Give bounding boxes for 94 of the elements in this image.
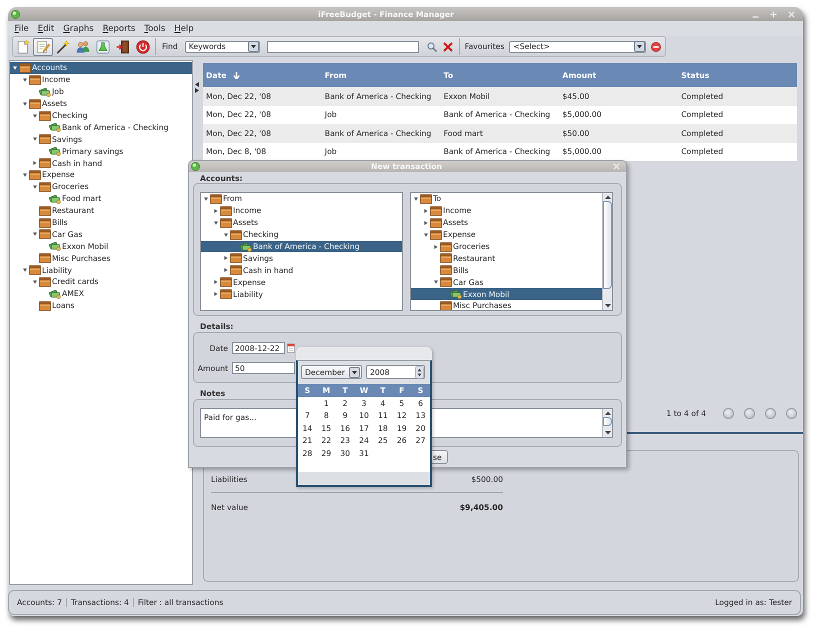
folder-icon	[39, 182, 51, 192]
caret-down-icon[interactable]	[13, 66, 17, 70]
banknote-icon	[240, 242, 252, 252]
folder-icon	[430, 218, 442, 228]
up-down-arrows-icon[interactable]	[415, 366, 424, 378]
caret-right-icon[interactable]	[33, 161, 37, 166]
caret-right-icon[interactable]	[224, 256, 228, 260]
scroll-thumb[interactable]	[603, 201, 612, 289]
document-icon	[16, 40, 30, 54]
close-icon[interactable]	[442, 42, 453, 52]
menu-item[interactable]: Tools	[140, 24, 170, 34]
caret-right-icon[interactable]	[424, 220, 428, 225]
folder-icon	[420, 194, 432, 204]
folder-icon	[220, 289, 232, 300]
caret-right-icon[interactable]	[214, 292, 218, 296]
caret-down-icon[interactable]	[23, 172, 27, 177]
folder-icon	[430, 206, 442, 216]
caret-down-icon[interactable]	[33, 114, 37, 118]
orb-icon[interactable]	[11, 10, 20, 18]
folder-icon	[39, 134, 51, 144]
caret-down-icon[interactable]	[604, 304, 610, 308]
caret-right-icon[interactable]	[424, 208, 428, 213]
power-icon	[136, 40, 150, 54]
calendar-icon[interactable]	[287, 343, 295, 353]
caret-right-icon[interactable]	[214, 208, 218, 213]
page-pencil-icon	[36, 40, 50, 54]
folder-icon	[440, 300, 452, 310]
folder-icon	[39, 300, 51, 311]
caret-down-icon[interactable]	[23, 102, 27, 106]
caret-right-icon[interactable]	[224, 268, 228, 272]
caret-down-icon[interactable]	[33, 280, 37, 284]
caret-down-icon[interactable]	[204, 196, 208, 201]
door-icon	[116, 40, 130, 54]
folder-icon	[230, 265, 242, 276]
caret-down-icon[interactable]	[604, 431, 610, 435]
caret-up-icon[interactable]	[604, 411, 610, 415]
folder-icon	[19, 62, 31, 73]
banknote-icon	[450, 289, 462, 300]
folder-icon	[29, 98, 41, 109]
banknote-icon	[39, 86, 51, 97]
banknote-icon	[49, 288, 61, 299]
wand-icon	[56, 40, 70, 54]
folder-icon	[39, 229, 51, 240]
folder-icon	[440, 277, 452, 288]
caret-down-icon[interactable]	[23, 78, 27, 82]
caret-down-icon[interactable]	[33, 137, 37, 142]
folder-icon	[440, 242, 452, 252]
folder-icon	[230, 230, 242, 240]
folder-icon	[220, 277, 232, 288]
menu-item[interactable]: Reports	[98, 24, 140, 34]
banknote-icon	[49, 146, 61, 156]
caret-right-icon[interactable]	[434, 244, 438, 248]
folder-icon	[210, 194, 222, 204]
folder-icon	[39, 218, 51, 228]
caret-down-icon[interactable]	[414, 196, 418, 201]
banknote-icon	[49, 194, 61, 204]
minus-circle-icon[interactable]	[651, 42, 662, 52]
folder-icon	[220, 218, 232, 228]
folder-icon	[29, 74, 41, 85]
menu-item[interactable]: Help	[170, 24, 198, 34]
folder-icon	[29, 265, 41, 276]
scrollbar[interactable]	[602, 193, 612, 310]
folder-icon	[440, 253, 452, 264]
caret-down-icon[interactable]	[33, 232, 37, 236]
caret-down-icon[interactable]	[434, 280, 438, 284]
caret-up-icon[interactable]	[604, 195, 610, 199]
folder-icon	[39, 276, 51, 287]
folder-icon	[220, 206, 232, 216]
menu-item[interactable]: File	[10, 24, 34, 34]
folder-icon	[29, 170, 41, 180]
folder-icon	[39, 253, 51, 264]
scrollbar[interactable]	[602, 409, 612, 437]
folder-icon	[430, 230, 442, 240]
caret-down-icon[interactable]	[23, 268, 27, 272]
banknote-icon	[49, 122, 61, 132]
caret-down-icon[interactable]	[224, 232, 228, 237]
folder-icon	[39, 206, 51, 216]
orb-icon[interactable]	[191, 162, 200, 171]
caret-right-icon[interactable]	[214, 280, 218, 284]
folder-icon	[440, 265, 452, 276]
people-icon	[76, 40, 90, 54]
menu-item[interactable]: Graphs	[58, 24, 98, 34]
flask-icon	[96, 40, 110, 54]
folder-icon	[230, 253, 242, 264]
search-icon[interactable]	[426, 42, 437, 52]
scroll-thumb[interactable]	[603, 417, 612, 426]
caret-down-icon[interactable]	[214, 220, 218, 225]
search-field[interactable]	[266, 40, 419, 52]
banknote-icon	[49, 241, 61, 252]
folder-icon	[39, 110, 51, 120]
caret-down-icon[interactable]	[33, 184, 37, 189]
caret-down-icon[interactable]	[424, 232, 428, 237]
folder-icon	[39, 158, 51, 168]
menu-item[interactable]: Edit	[33, 24, 59, 34]
